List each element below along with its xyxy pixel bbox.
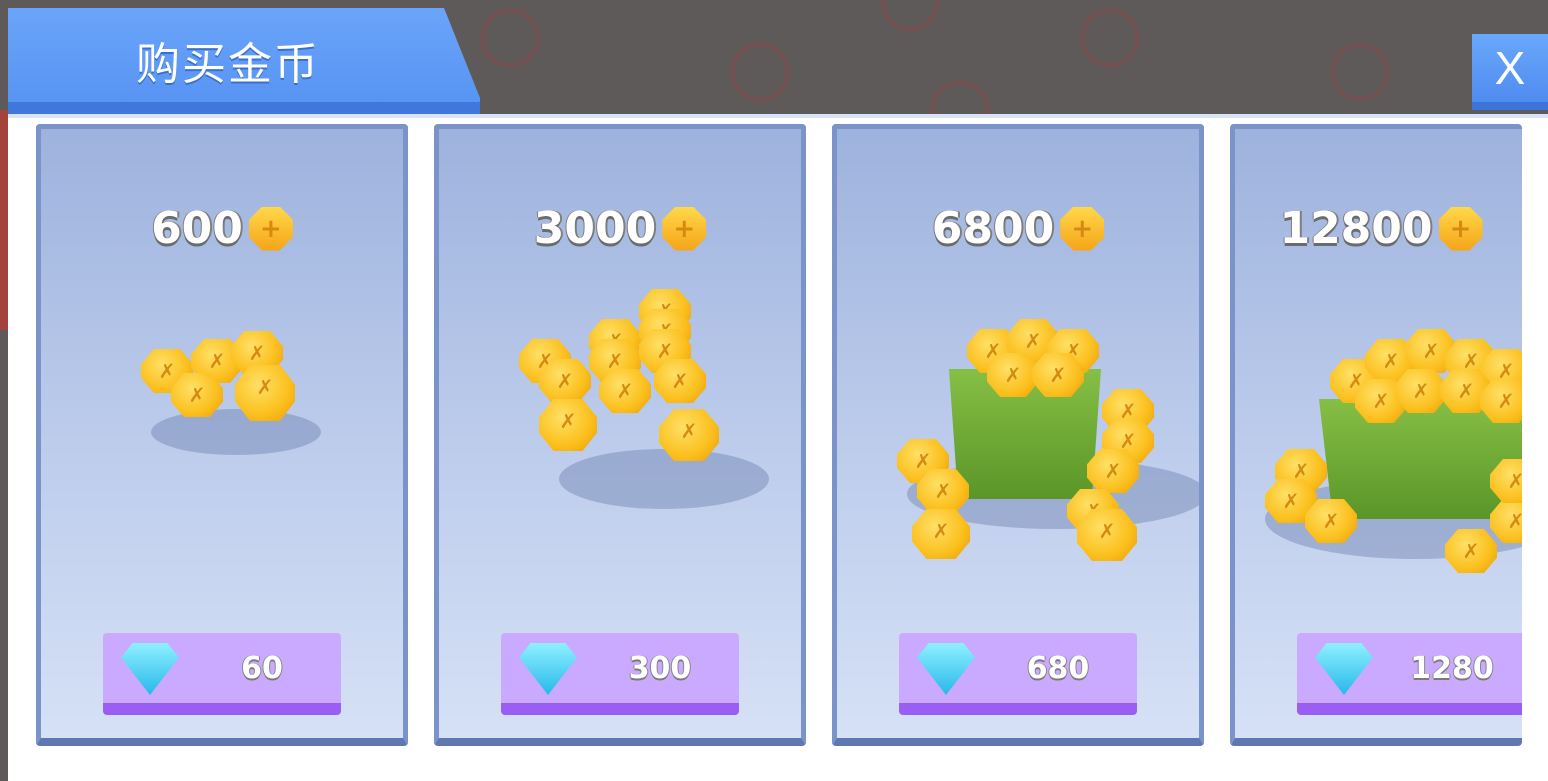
coin-amount: 6800: [931, 203, 1055, 254]
coin-pack-card-12800[interactable]: 12800 1280: [1230, 124, 1522, 746]
diamond-gem-icon: [917, 643, 975, 695]
coin-icon: [1438, 206, 1483, 251]
coin-icon: [248, 206, 293, 251]
buy-button[interactable]: 60: [103, 633, 341, 715]
coin-icon: [1060, 206, 1105, 251]
price-label: 300: [628, 651, 692, 686]
coin-pack-card-6800[interactable]: 6800 680: [832, 124, 1204, 746]
dialog-title: 购买金币: [136, 39, 320, 90]
coin-amount: 3000: [533, 203, 657, 254]
coin-amount-row: 600: [41, 203, 403, 254]
buy-button[interactable]: 680: [899, 633, 1137, 715]
coin-amount: 12800: [1279, 203, 1433, 254]
buy-button[interactable]: 1280: [1297, 633, 1522, 715]
coin-amount-row: 12800: [1235, 203, 1522, 254]
coin-icon: [662, 206, 707, 251]
buy-button[interactable]: 300: [501, 633, 739, 715]
coin-amount-row: 6800: [837, 203, 1199, 254]
diamond-gem-icon: [1315, 643, 1373, 695]
coin-pack-card-600[interactable]: 600 60: [36, 124, 408, 746]
background-strip: [0, 110, 8, 330]
price-label: 1280: [1410, 651, 1494, 686]
close-button[interactable]: X: [1472, 34, 1548, 110]
price-label: 680: [1026, 651, 1090, 686]
coin-amount-row: 3000: [439, 203, 801, 254]
coin-pack-card-3000[interactable]: 3000 300: [434, 124, 806, 746]
title-tab: 购买金币: [8, 8, 480, 114]
coin-amount: 600: [151, 203, 243, 254]
price-label: 60: [241, 651, 283, 686]
diamond-gem-icon: [519, 643, 577, 695]
diamond-gem-icon: [121, 643, 179, 695]
